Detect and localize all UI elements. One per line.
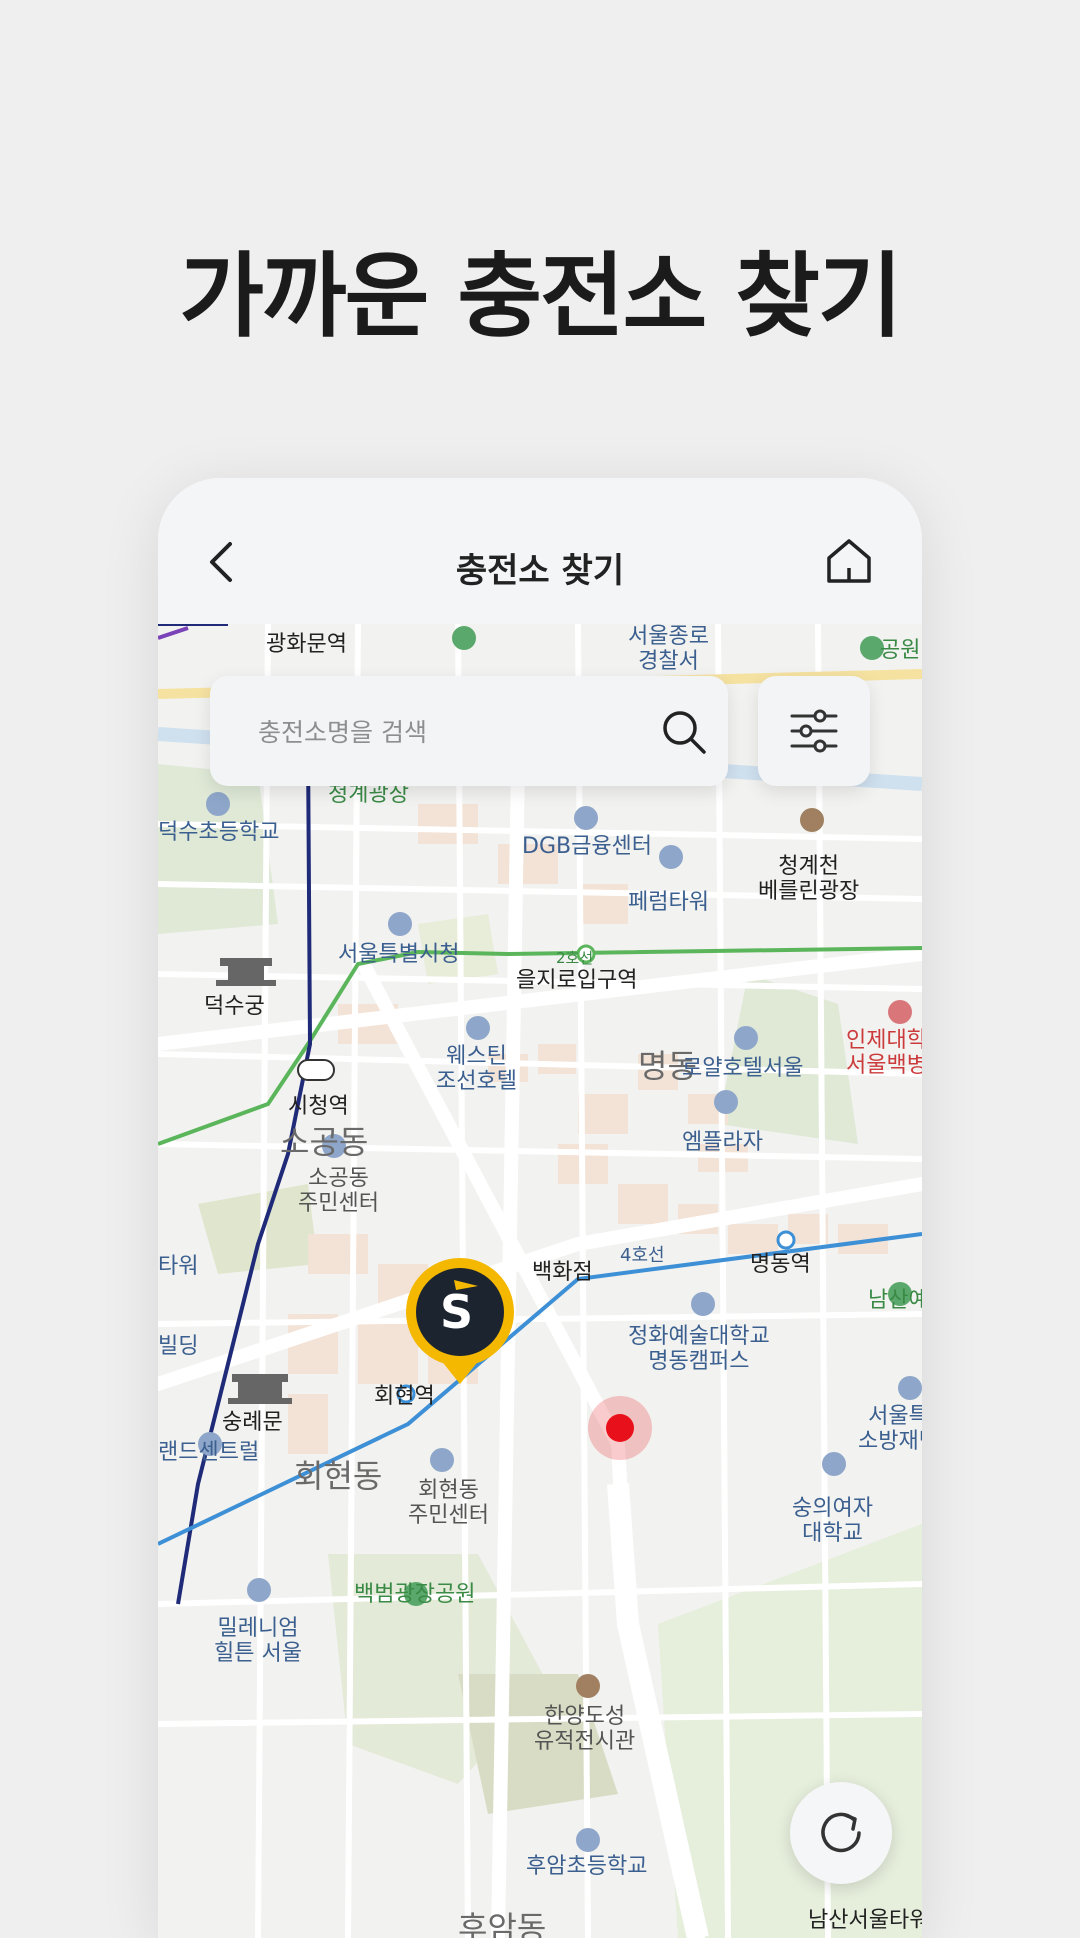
- map-label: 후암초등학교: [526, 1854, 648, 1879]
- home-icon: [827, 539, 871, 583]
- map-label: 소공동 주민센터: [298, 1166, 379, 1217]
- map-label: 숭례문: [222, 1410, 283, 1435]
- station-marker-label[interactable]: S: [440, 1286, 473, 1339]
- map-label: 남산예장: [868, 1288, 922, 1313]
- map-label: 회현역: [374, 1384, 435, 1409]
- map-label: 청계천 베를린광장: [758, 854, 860, 905]
- map-label: 정화예술대학교 명동캠퍼스: [628, 1324, 770, 1375]
- map-label: 랜드센트럴: [158, 1440, 260, 1465]
- map-label: 한양도성 유적전시관: [534, 1704, 636, 1755]
- map-label: 공원: [880, 638, 921, 663]
- map-label: 광화문역: [266, 632, 347, 657]
- map-label: 회현동: [294, 1457, 383, 1495]
- map-label: 빌딩: [158, 1334, 199, 1359]
- map-label: 타워: [158, 1254, 199, 1279]
- map-view[interactable]: 광화문역 서울종로 경찰서 청계광장 덕수초등학교 DGB금융센터 청계천 베를…: [158, 624, 922, 1938]
- map-label: 후암동: [458, 1909, 547, 1938]
- search-bar: [210, 676, 728, 786]
- map-label: 페럼타워: [628, 890, 709, 915]
- page-title: 충전소 찾기: [455, 551, 625, 591]
- map-label: 시청역: [288, 1094, 349, 1119]
- map-label: 서울특별시청: [338, 942, 460, 967]
- app-header: 충전소 찾기: [158, 478, 922, 624]
- phone-frame: 충전소 찾기 광화문역 서울종로 경찰서 청계광장 덕수초등학교 DGB금융센터…: [158, 478, 922, 1938]
- map-label: 숭의여자 대학교: [792, 1496, 873, 1547]
- map-label: 2호선: [556, 949, 594, 967]
- map-label: 로얄호텔서울: [682, 1056, 804, 1081]
- map-label: 4호선: [620, 1245, 665, 1266]
- refresh-button[interactable]: [790, 1782, 892, 1884]
- search-button[interactable]: [658, 706, 710, 758]
- map-label: 인제대학 서울백병: [846, 1028, 922, 1079]
- map-label: 웨스틴 조선호텔: [436, 1044, 517, 1095]
- map-label: 백화점: [532, 1260, 593, 1285]
- map-label: 명동역: [750, 1252, 811, 1277]
- map-label: 덕수초등학교: [158, 820, 280, 845]
- map-label: 밀레니엄 힐튼 서울: [214, 1616, 302, 1667]
- map-label: 백범광장공원: [354, 1582, 476, 1607]
- map-label: DGB금융센터: [522, 834, 653, 859]
- search-input[interactable]: [256, 710, 620, 754]
- promo-headline: 가까운 충전소 찾기: [179, 243, 902, 350]
- map-label: 회현동 주민센터: [408, 1478, 489, 1529]
- filter-sliders-icon: [790, 709, 838, 753]
- search-icon: [663, 711, 706, 754]
- map-label: 덕수궁: [204, 994, 265, 1019]
- home-button[interactable]: [824, 536, 874, 586]
- map-label: 서울특 소방재난: [858, 1404, 922, 1455]
- map-label: 소공동: [280, 1123, 369, 1161]
- map-label: 서울종로 경찰서: [628, 624, 709, 675]
- refresh-icon: [821, 1812, 861, 1853]
- map-label: 남산서울타워: [808, 1908, 922, 1933]
- filter-button[interactable]: [758, 676, 870, 786]
- map-label: 엠플라자: [682, 1130, 763, 1155]
- map-label: 을지로입구역: [516, 968, 638, 993]
